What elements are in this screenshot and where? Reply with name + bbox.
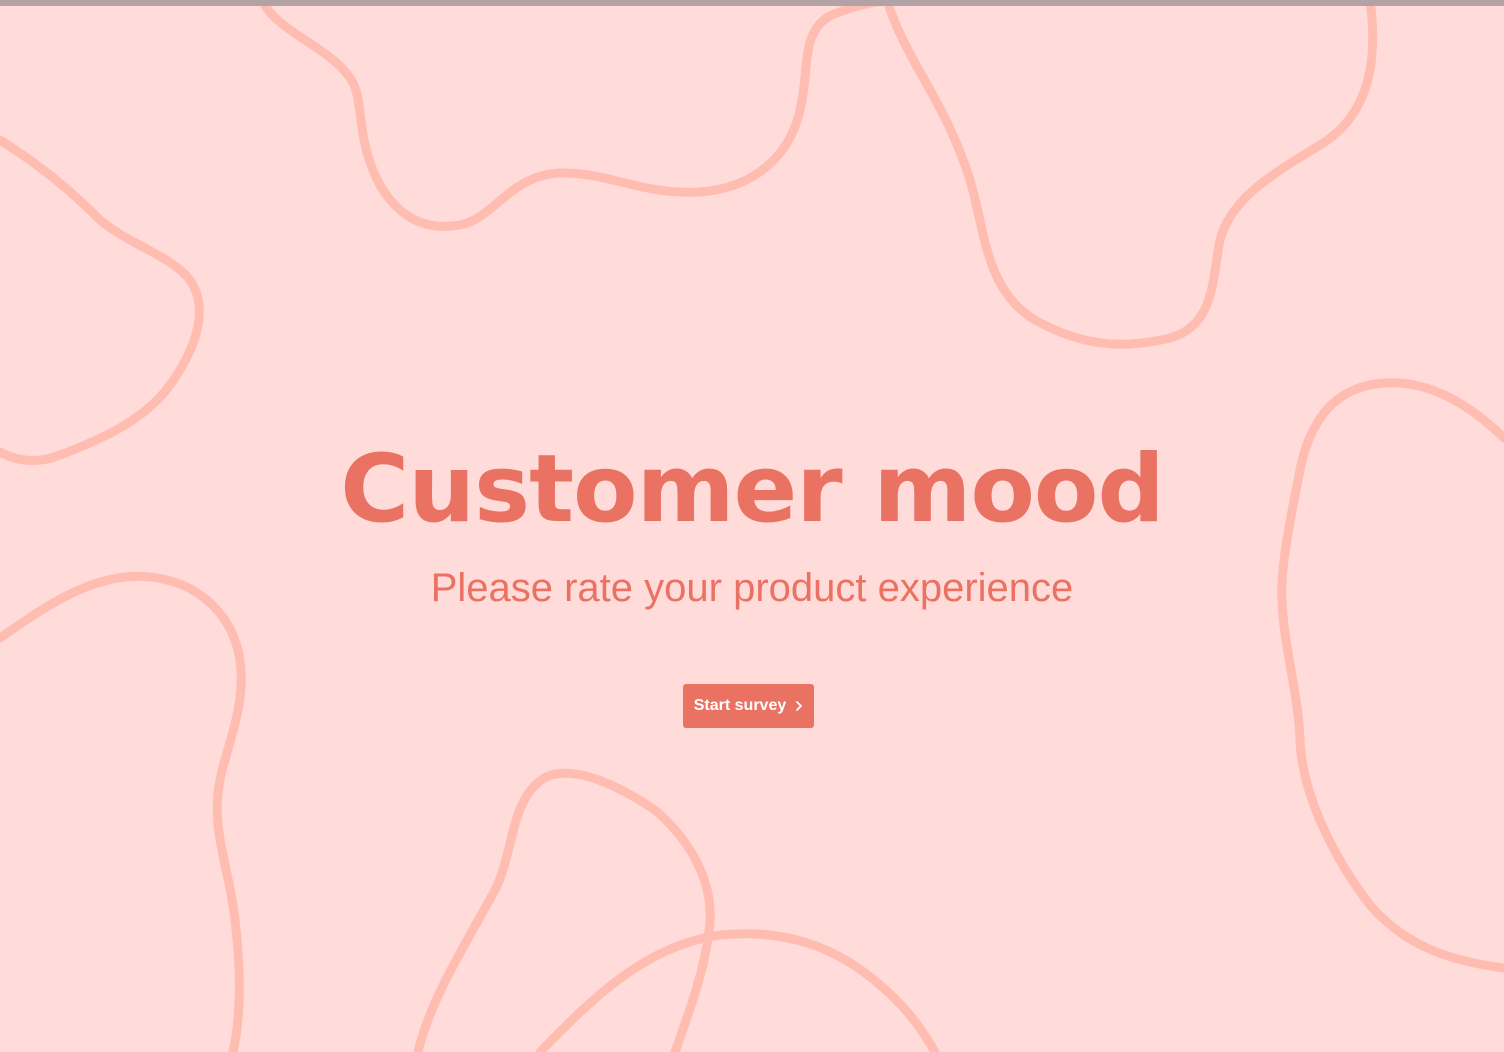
top-border-bar bbox=[0, 0, 1504, 6]
survey-welcome-page: Customer mood Please rate your product e… bbox=[0, 0, 1504, 1052]
decorative-blob-top-center bbox=[257, 0, 887, 231]
chevron-right-icon bbox=[795, 700, 803, 712]
decorative-blob-top-right bbox=[882, 0, 1378, 349]
decorative-blob-left bbox=[0, 135, 204, 465]
decorative-blob-bottom-right-loop bbox=[535, 929, 940, 1052]
start-survey-button[interactable]: Start survey bbox=[683, 684, 814, 728]
page-title: Customer mood bbox=[340, 435, 1165, 544]
decorative-blob-bottom-left bbox=[0, 571, 246, 1052]
hero-section: Customer mood Please rate your product e… bbox=[0, 430, 1504, 612]
page-subtitle: Please rate your product experience bbox=[430, 566, 1074, 610]
decorative-blob-bottom-center bbox=[413, 768, 715, 1052]
start-survey-button-label: Start survey bbox=[693, 697, 787, 714]
